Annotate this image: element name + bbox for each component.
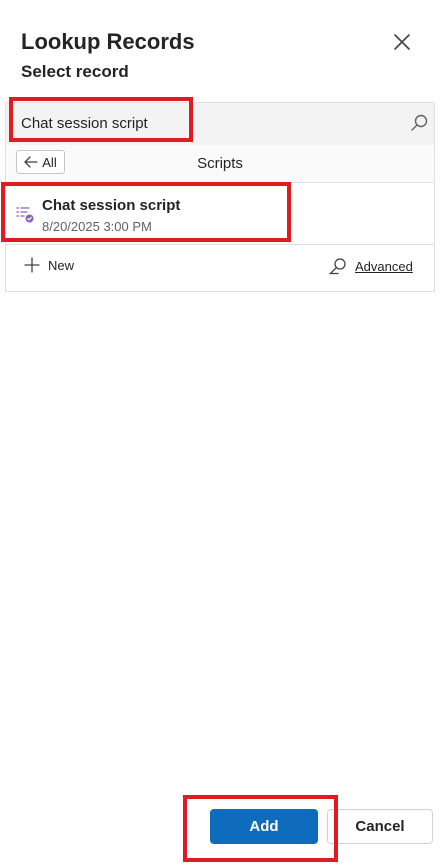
- result-date: 8/20/2025 3:00 PM: [42, 219, 152, 234]
- close-button[interactable]: [390, 30, 414, 54]
- entity-title: Scripts: [197, 155, 243, 172]
- lookup-panel: Chat session script All Scripts Chat ses…: [5, 102, 435, 292]
- search-bar[interactable]: Chat session script: [6, 103, 434, 146]
- dialog-subtitle: Select record: [21, 62, 129, 81]
- advanced-lookup-button[interactable]: Advanced: [329, 257, 413, 275]
- new-record-button[interactable]: New: [24, 257, 74, 273]
- advanced-label: Advanced: [355, 258, 413, 274]
- plus-icon: [24, 257, 40, 273]
- result-item[interactable]: Chat session script 8/20/2025 3:00 PM: [6, 183, 434, 243]
- search-icon: [329, 258, 346, 275]
- filter-bar: All Scripts: [6, 145, 434, 183]
- result-name: Chat session script: [42, 197, 181, 214]
- search-input[interactable]: Chat session script: [21, 115, 148, 132]
- script-icon: [16, 207, 34, 223]
- new-label: New: [48, 257, 75, 273]
- dialog-title: Lookup Records: [21, 29, 195, 54]
- search-icon[interactable]: [409, 113, 429, 133]
- cancel-button[interactable]: Cancel: [327, 809, 433, 844]
- divider: [6, 244, 434, 245]
- add-button[interactable]: Add: [210, 809, 318, 844]
- close-icon: [394, 34, 410, 50]
